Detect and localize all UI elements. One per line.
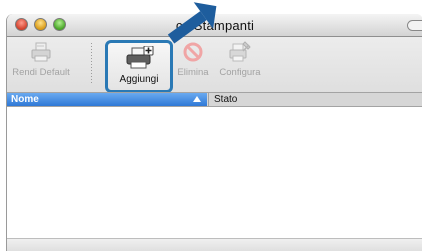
make-default-button[interactable]: Rendi Default bbox=[9, 41, 73, 78]
column-stato-label: Stato bbox=[214, 94, 238, 105]
delete-printer-label: Elimina bbox=[177, 67, 209, 78]
printer-configure-icon bbox=[229, 41, 251, 62]
make-default-label: Rendi Default bbox=[12, 67, 70, 78]
toolbar-toggle-button[interactable] bbox=[407, 20, 422, 31]
sort-ascending-icon bbox=[193, 96, 201, 102]
configure-printer-label: Configura bbox=[219, 67, 261, 78]
printer-list-window: co Stampanti Rendi Default Aggiungi Elim… bbox=[6, 14, 422, 251]
printer-add-icon bbox=[126, 46, 154, 69]
column-header-nome[interactable]: Nome bbox=[7, 93, 207, 106]
printer-default-icon bbox=[31, 42, 51, 62]
add-printer-label: Aggiungi bbox=[119, 74, 159, 85]
column-nome-label: Nome bbox=[11, 94, 39, 105]
column-header-stato[interactable]: Stato bbox=[208, 93, 422, 106]
printer-list[interactable] bbox=[7, 107, 422, 238]
window-bottom-bar bbox=[7, 238, 422, 251]
toolbar-separator bbox=[91, 43, 92, 85]
pointer-arrow-icon bbox=[167, 2, 217, 44]
list-header: Nome Stato bbox=[7, 92, 422, 107]
